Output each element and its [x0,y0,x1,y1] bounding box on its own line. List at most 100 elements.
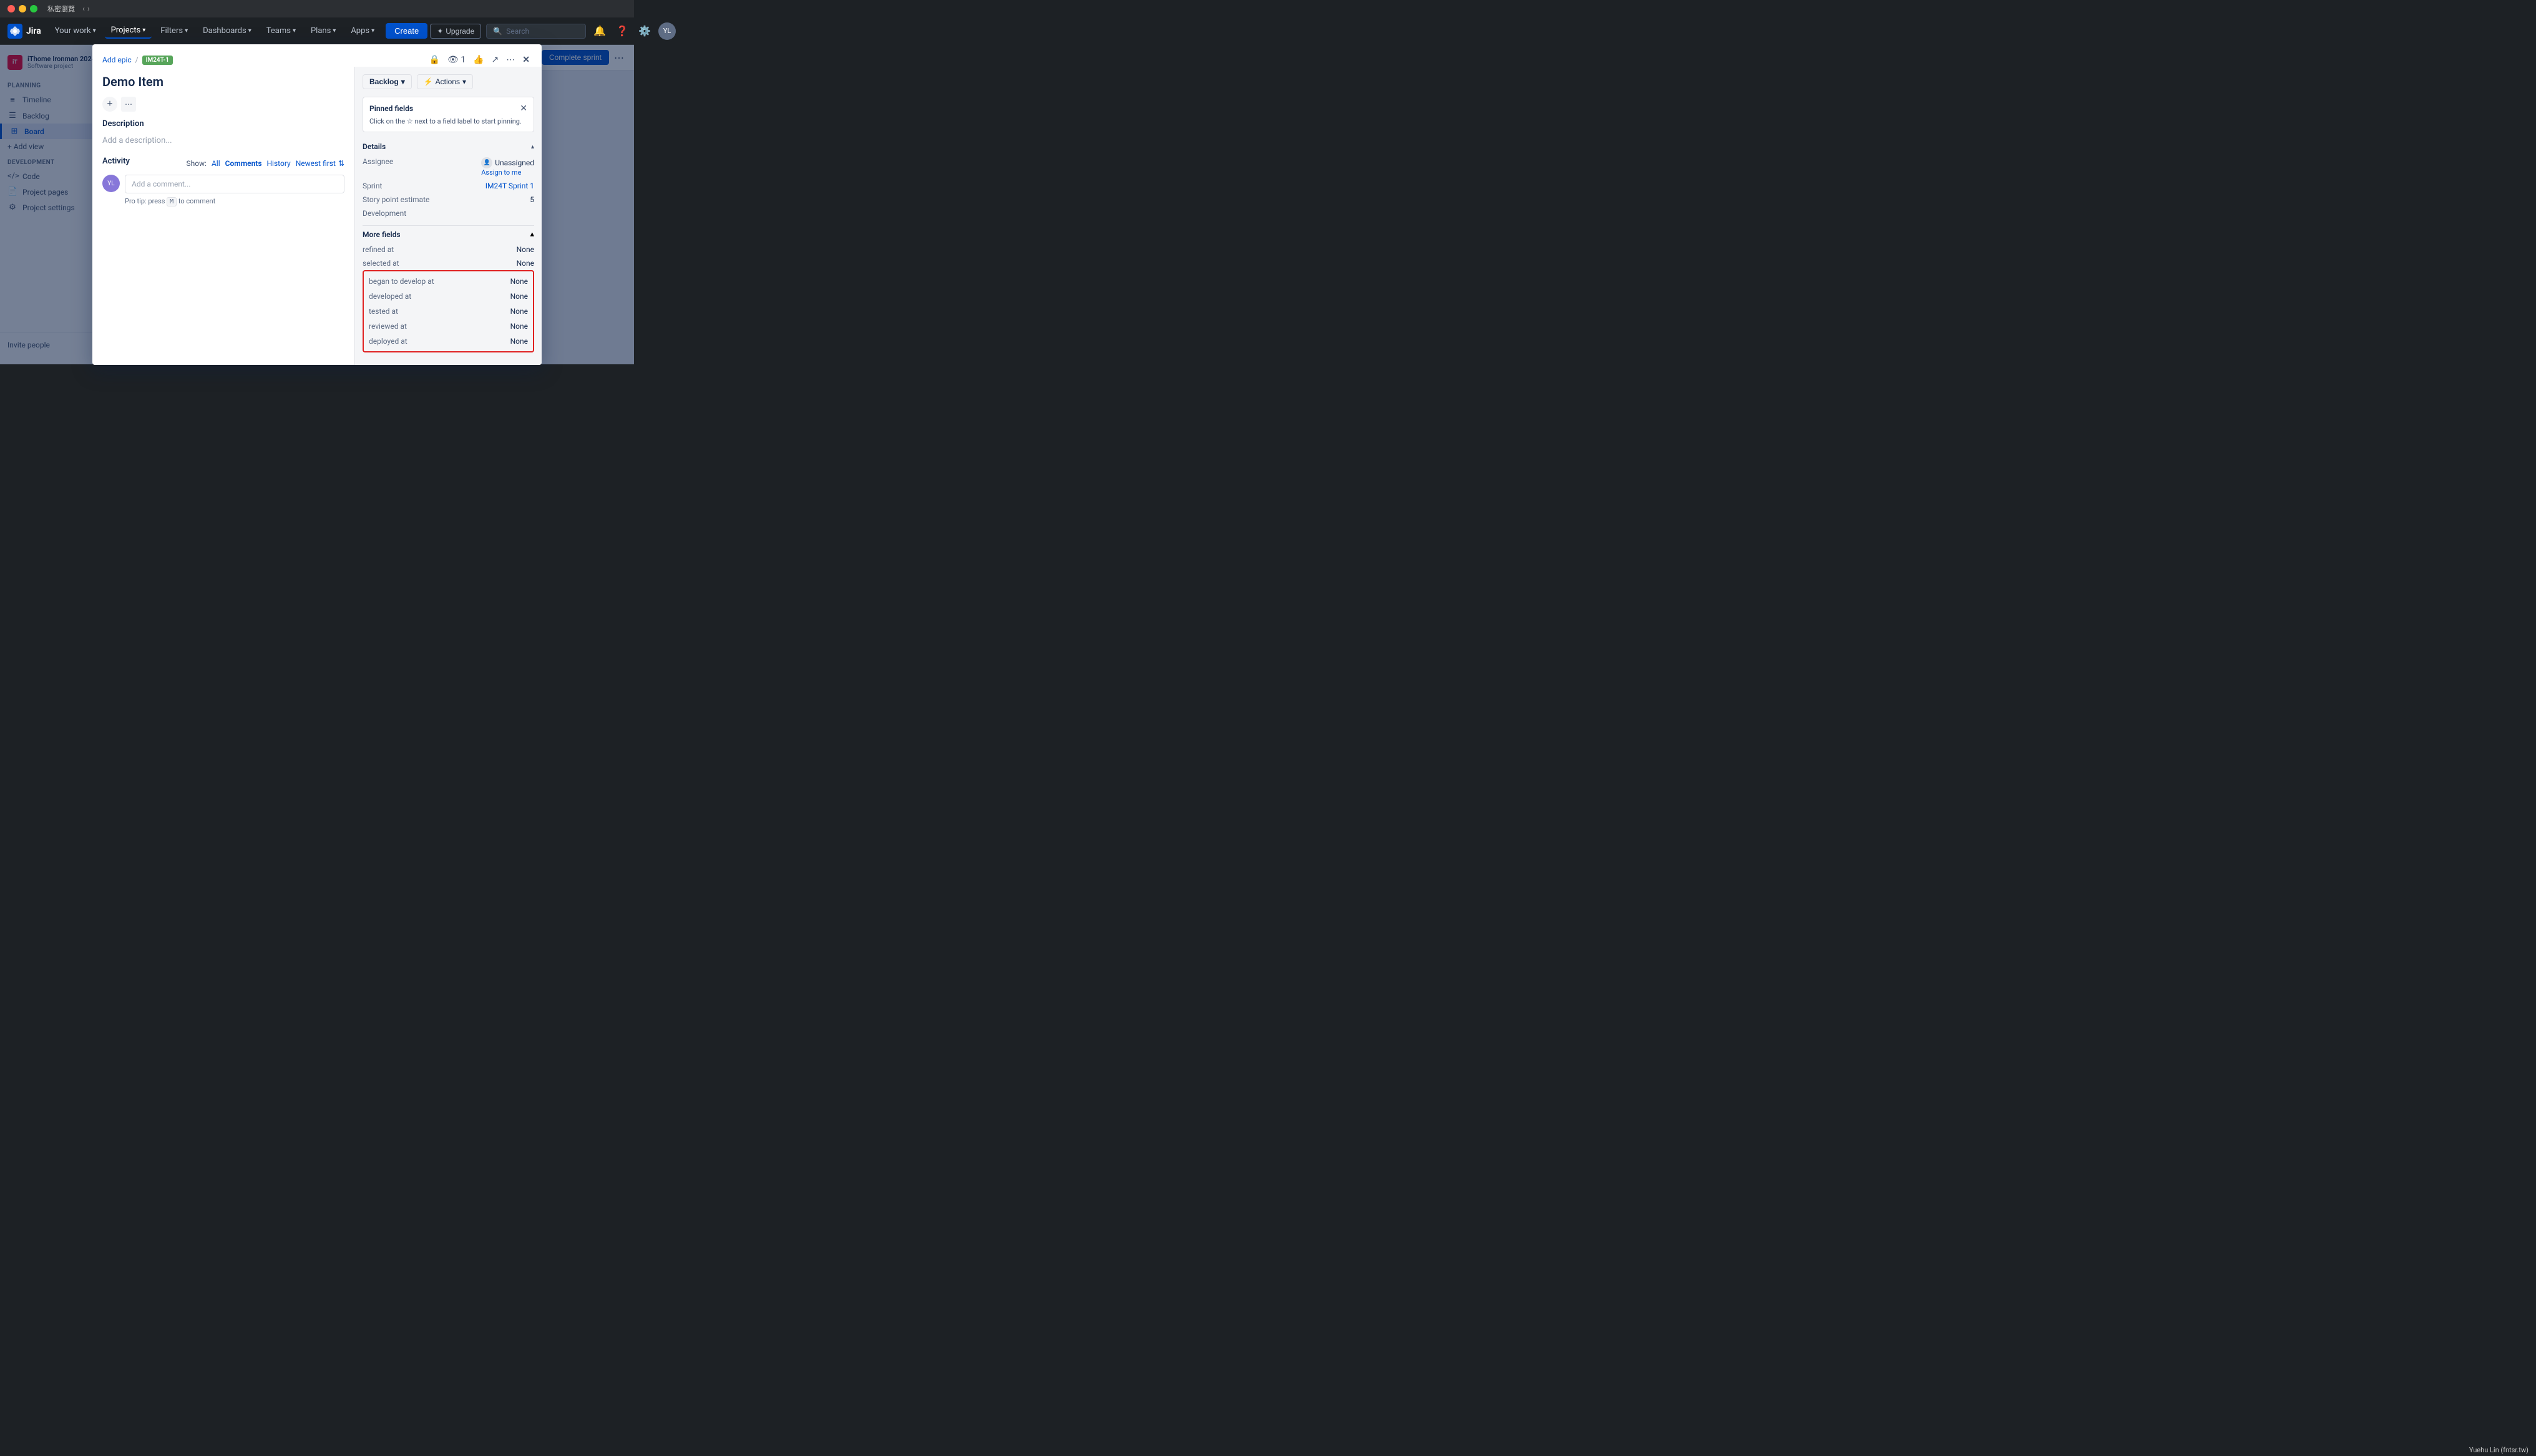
jira-logo-text: Jira [26,26,41,36]
nav-projects[interactable]: Projects ▾ [105,23,152,39]
reviewed-at-value[interactable]: None [510,322,528,331]
actions-button[interactable]: ⚡ Actions ▾ [417,74,473,89]
keyboard-shortcut: M [167,197,177,206]
user-avatar[interactable]: YL [658,22,676,40]
chevron-down-icon: ▾ [371,27,374,34]
selected-at-field: selected at None [363,256,534,270]
assignee-value: 👤 Unassigned [481,157,534,168]
nav-teams[interactable]: Teams ▾ [260,24,302,38]
details-chevron-icon: ▴ [531,143,534,150]
nav-right-actions: ✦ Upgrade 🔍 Search 🔔 ❓ ⚙️ YL [430,22,676,40]
nav-dashboards[interactable]: Dashboards ▾ [197,24,258,38]
status-button[interactable]: Backlog ▾ [363,74,412,89]
jira-logo[interactable]: Jira [7,24,41,39]
modal-breadcrumb: Add epic / IM24T-1 [102,56,173,65]
create-button[interactable]: Create [386,23,427,39]
modal-action-row: + ⋯ [102,97,344,112]
refined-at-field: refined at None [363,243,534,256]
deployed-at-field: deployed at None [364,334,533,349]
modal-overlay[interactable]: Add epic / IM24T-1 🔒 👁 1 👍 ↗ ⋯ ✕ Demo It [0,45,634,364]
assignee-avatar: 👤 [481,157,492,168]
jira-logo-icon [7,24,22,39]
minimize-button[interactable] [19,5,26,12]
selected-at-value[interactable]: None [517,259,534,268]
close-button[interactable] [7,5,15,12]
more-fields-header[interactable]: More fields ▴ [363,225,534,243]
close-icon[interactable]: ✕ [520,53,532,67]
upgrade-button[interactable]: ✦ Upgrade [430,24,481,39]
more-actions-button[interactable]: ⋯ [121,97,136,112]
nav-your-work[interactable]: Your work ▾ [49,24,102,38]
highlighted-fields-box: began to develop at None developed at No… [363,270,534,352]
deployed-at-value[interactable]: None [510,337,528,346]
nav-plans[interactable]: Plans ▾ [305,24,342,38]
chevron-down-icon: ▾ [462,77,466,86]
more-fields-section: More fields ▴ refined at None selected a… [363,225,534,352]
modal-body: Demo Item + ⋯ Description Add a descript… [92,67,542,365]
share-icon[interactable]: ↗ [490,53,501,67]
modal-title[interactable]: Demo Item [102,72,344,92]
comment-input[interactable]: Add a comment... [125,175,344,193]
comment-tip: Pro tip: press M to comment [125,197,344,205]
modal-header-actions: 🔒 👁 1 👍 ↗ ⋯ ✕ [427,53,532,67]
pinned-close-button[interactable]: ✕ [520,104,527,114]
newest-first-sort[interactable]: Newest first ⇅ [296,159,344,168]
developed-at-value[interactable]: None [510,292,528,301]
began-to-develop-value[interactable]: None [510,277,528,286]
main-area: iT iThome Ironman 2024 ... Software proj… [0,45,634,364]
activity-header: Activity Show: All Comments History Newe… [102,157,344,170]
like-icon[interactable]: 👍 [471,53,485,67]
chevron-down-icon: ▾ [333,27,336,34]
developed-at-field: developed at None [364,289,533,304]
notifications-icon[interactable]: 🔔 [591,22,608,39]
help-icon[interactable]: ❓ [613,22,631,39]
tested-at-value[interactable]: None [510,307,528,316]
chevron-down-icon: ▾ [185,27,188,34]
pinned-fields-desc: Click on the ☆ next to a field label to … [369,117,527,125]
chevron-down-icon: ▾ [248,27,251,34]
show-filter-row: Show: All Comments History [186,159,290,168]
chevron-down-icon: ▾ [293,27,296,34]
sprint-value[interactable]: IM24T Sprint 1 [485,182,534,190]
chevron-down-icon: ▾ [142,27,145,34]
development-field: Development [363,206,534,220]
user-comment-avatar: YL [102,175,120,192]
began-to-develop-field: began to develop at None [364,274,533,289]
maximize-button[interactable] [30,5,37,12]
issue-key-badge[interactable]: IM24T-1 [142,56,173,65]
add-child-button[interactable]: + [102,97,117,112]
show-history-link[interactable]: History [267,159,291,168]
back-icon[interactable]: ‹ [82,4,85,14]
tested-at-field: tested at None [364,304,533,319]
forward-icon[interactable]: › [87,4,90,14]
footer-bar: Yuehu Lin (fntsr.tw) [2462,1444,2536,1456]
assign-to-me-link[interactable]: Assign to me [481,168,521,177]
watch-icon[interactable]: 👁 1 [446,53,467,67]
sprint-field: Sprint IM24T Sprint 1 [363,179,534,193]
description-input[interactable]: Add a description... [102,132,344,149]
details-header[interactable]: Details ▴ [363,138,534,155]
nav-back-forward[interactable]: ‹ › [82,4,90,14]
show-comments-link[interactable]: Comments [225,159,262,168]
upgrade-icon: ✦ [437,27,443,36]
more-fields-chevron-icon: ▴ [530,230,534,239]
settings-icon[interactable]: ⚙️ [636,22,653,39]
nav-apps[interactable]: Apps ▾ [344,24,381,38]
reviewed-at-field: reviewed at None [364,319,533,334]
search-bar[interactable]: 🔍 Search [486,24,586,39]
story-points-value[interactable]: 5 [530,195,534,204]
refined-at-value[interactable]: None [517,245,534,254]
nav-filters[interactable]: Filters ▾ [154,24,194,38]
more-options-icon[interactable]: ⋯ [504,53,517,67]
modal-right-panel: Backlog ▾ ⚡ Actions ▾ Pinned fields [354,67,542,365]
lightning-icon: ⚡ [424,77,433,86]
issue-modal: Add epic / IM24T-1 🔒 👁 1 👍 ↗ ⋯ ✕ Demo It [92,44,542,365]
comment-row: YL Add a comment... [102,175,344,193]
chevron-down-icon: ▾ [401,77,405,86]
story-points-field: Story point estimate 5 [363,193,534,206]
details-section: Details ▴ Assignee 👤 Unassigned Assign t… [363,138,534,220]
lock-icon[interactable]: 🔒 [427,53,442,67]
window-title: 私密瀏覽 [47,4,75,14]
add-epic-link[interactable]: Add epic [102,56,132,64]
show-all-link[interactable]: All [212,159,220,168]
